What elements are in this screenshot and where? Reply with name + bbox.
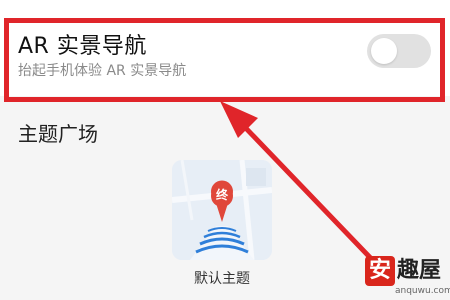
watermark-url: anquwu.com [395,286,450,296]
site-watermark: 安 趣屋 anquwu.com [365,254,450,298]
ar-navigation-toggle[interactable] [367,34,431,68]
watermark-brand: 趣屋 [397,258,442,283]
watermark-badge: 安 [365,256,395,286]
toggle-knob [371,38,397,64]
destination-marker-label: 终 [215,188,228,202]
theme-card-default[interactable]: 终 [172,160,272,260]
ar-navigation-subtitle: 抬起手机体验 AR 实景导航 [18,63,187,79]
theme-plaza-title: 主题广场 [18,122,98,146]
ar-navigation-row[interactable]: AR 实景导航 抬起手机体验 AR 实景导航 [0,0,450,96]
theme-label-default: 默认主题 [194,271,250,287]
ar-navigation-title: AR 实景导航 [18,34,147,59]
screen: AR 实景导航 抬起手机体验 AR 实景导航 主题广场 终 默认主题 安 趣屋 … [0,0,450,300]
default-theme-thumbnail-icon [172,160,272,260]
